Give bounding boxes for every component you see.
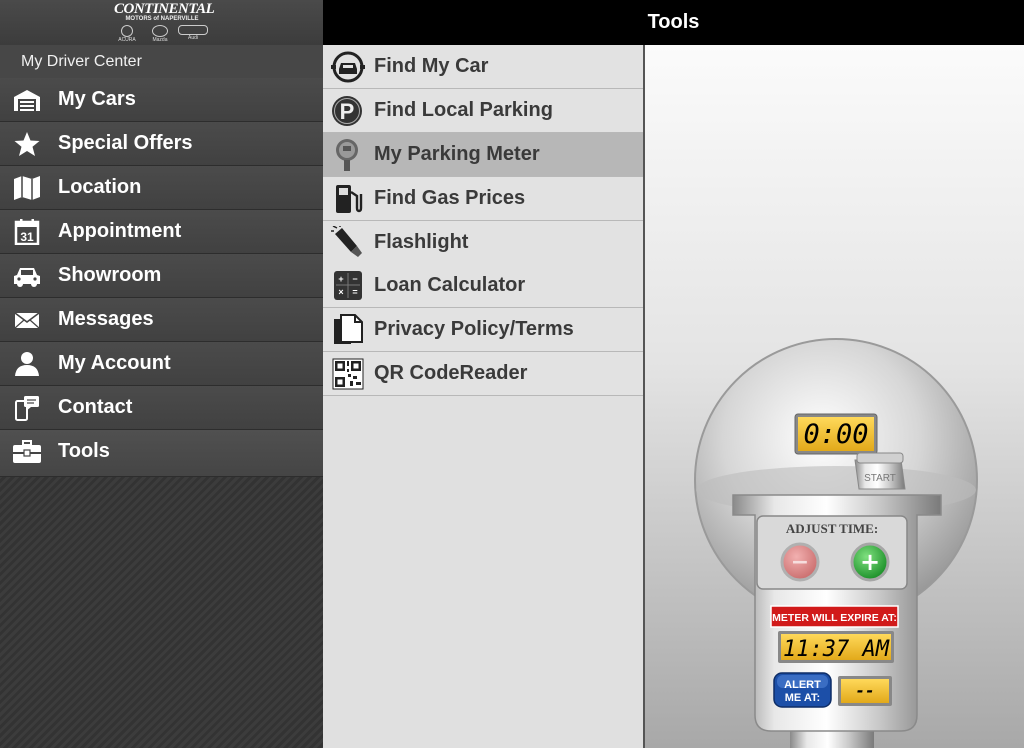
logo-subtitle: MOTORS of NAPERVILLE (125, 16, 199, 22)
sidebar-item-my-cars[interactable]: My Cars (0, 78, 323, 122)
tool-label: Privacy Policy/Terms (374, 318, 574, 340)
sidebar-item-label: My Cars (58, 88, 136, 110)
expire-time-value: 11:37 AM (783, 637, 890, 662)
tool-label: Find Gas Prices (374, 187, 526, 209)
mazda-logo: Mazda (148, 25, 172, 43)
sidebar-item-tools[interactable]: Tools (0, 430, 323, 477)
map-icon (14, 176, 40, 200)
sidebar-item-messages[interactable]: Messages (0, 298, 323, 342)
svg-text:+: + (338, 274, 343, 284)
tool-flashlight[interactable]: Flashlight (323, 221, 643, 265)
tool-find-local-parking[interactable]: P Find Local Parking (323, 89, 643, 133)
parking-meter-panel: 0:00 START ADJUST TIME: − + METER WILL E… (645, 45, 1024, 748)
acura-logo: ACURA (112, 25, 142, 43)
calendar-icon: 31 (14, 219, 40, 245)
garage-icon (14, 90, 40, 111)
parking-icon: P (332, 96, 362, 126)
tool-label: Flashlight (374, 231, 469, 253)
svg-text:×: × (338, 287, 343, 297)
svg-text:31: 31 (20, 230, 34, 244)
plus-icon: + (860, 548, 880, 576)
toolbox-icon (13, 440, 41, 463)
alert-time-value: -- (855, 681, 874, 700)
car-icon (14, 268, 40, 287)
time-display-value: 0:00 (803, 419, 868, 450)
gas-pump-icon (336, 185, 363, 213)
sidebar-item-label: Location (58, 176, 142, 198)
acura-label: ACURA (118, 37, 136, 43)
sidebar-item-appointment[interactable]: 31 Appointment (0, 210, 323, 254)
sidebar-item-special-offers[interactable]: Special Offers (0, 122, 323, 166)
calculator-icon: + − × = (334, 271, 362, 300)
tool-label: QR CodeReader (374, 362, 528, 384)
tool-label: Find Local Parking (374, 99, 553, 121)
tool-qr-codereader[interactable]: QR CodeReader (323, 352, 643, 396)
tool-privacy-policy[interactable]: Privacy Policy/Terms (323, 308, 643, 352)
sidebar-item-showroom[interactable]: Showroom (0, 254, 323, 298)
mazda-label: Mazda (152, 37, 168, 43)
minus-icon: − (791, 550, 809, 575)
qr-code-icon (332, 358, 364, 390)
envelope-icon (14, 312, 40, 329)
tool-label: Find My Car (374, 55, 489, 77)
expire-label: METER WILL EXPIRE AT: (772, 612, 897, 624)
increase-time-button[interactable]: + (850, 542, 890, 582)
tool-label: Loan Calculator (374, 274, 526, 296)
start-label: START (864, 473, 896, 484)
svg-text:=: = (352, 287, 357, 297)
star-icon (14, 132, 40, 156)
sidebar-item-label: Showroom (58, 264, 162, 286)
svg-text:P: P (340, 99, 355, 124)
document-icon (334, 314, 363, 344)
svg-text:−: − (352, 274, 357, 284)
driver-center-header: My Driver Center (0, 45, 323, 78)
tools-list: Find My Car P Find Local Parking My Park… (323, 45, 645, 748)
audi-logo: Audi (176, 25, 210, 41)
sidebar-item-label: Contact (58, 396, 133, 418)
tool-find-my-car[interactable]: Find My Car (323, 45, 643, 89)
alert-label-line2: ME AT: (785, 692, 820, 704)
tool-label: My Parking Meter (374, 143, 540, 165)
tool-loan-calculator[interactable]: + − × = Loan Calculator (323, 264, 643, 308)
driver-center-title: My Driver Center (21, 53, 142, 70)
alert-me-button[interactable]: ALERT ME AT: (773, 672, 832, 708)
top-bar: Tools (323, 0, 1024, 45)
logo-makes: ACURA Mazda Audi (110, 25, 214, 45)
dealer-logo[interactable]: CONTINENTAL MOTORS of NAPERVILLE ACURA M… (0, 0, 323, 45)
sidebar: CONTINENTAL MOTORS of NAPERVILLE ACURA M… (0, 0, 323, 748)
sidebar-item-label: Special Offers (58, 132, 193, 154)
person-icon (15, 352, 39, 376)
sidebar-item-location[interactable]: Location (0, 166, 323, 210)
sidebar-item-my-account[interactable]: My Account (0, 342, 323, 386)
sidebar-item-label: Appointment (58, 220, 182, 242)
parking-meter-illustration: 0:00 START ADJUST TIME: − + METER WILL E… (694, 338, 978, 748)
alert-label-line1: ALERT (784, 679, 821, 691)
decrease-time-button[interactable]: − (780, 542, 820, 582)
tool-find-gas-prices[interactable]: Find Gas Prices (323, 177, 643, 221)
car-locator-icon (331, 51, 365, 83)
page-title: Tools (647, 11, 700, 33)
flashlight-icon (331, 226, 362, 257)
audi-label: Audi (187, 35, 198, 41)
tool-my-parking-meter[interactable]: My Parking Meter (323, 133, 643, 177)
parking-meter-icon (336, 139, 358, 171)
contact-icon (15, 396, 39, 421)
sidebar-item-contact[interactable]: Contact (0, 386, 323, 430)
sidebar-item-label: My Account (58, 352, 171, 374)
start-button[interactable]: START (854, 452, 906, 490)
adjust-time-label: ADJUST TIME: (786, 521, 878, 536)
sidebar-item-label: Tools (58, 440, 110, 462)
sidebar-item-label: Messages (58, 308, 154, 330)
